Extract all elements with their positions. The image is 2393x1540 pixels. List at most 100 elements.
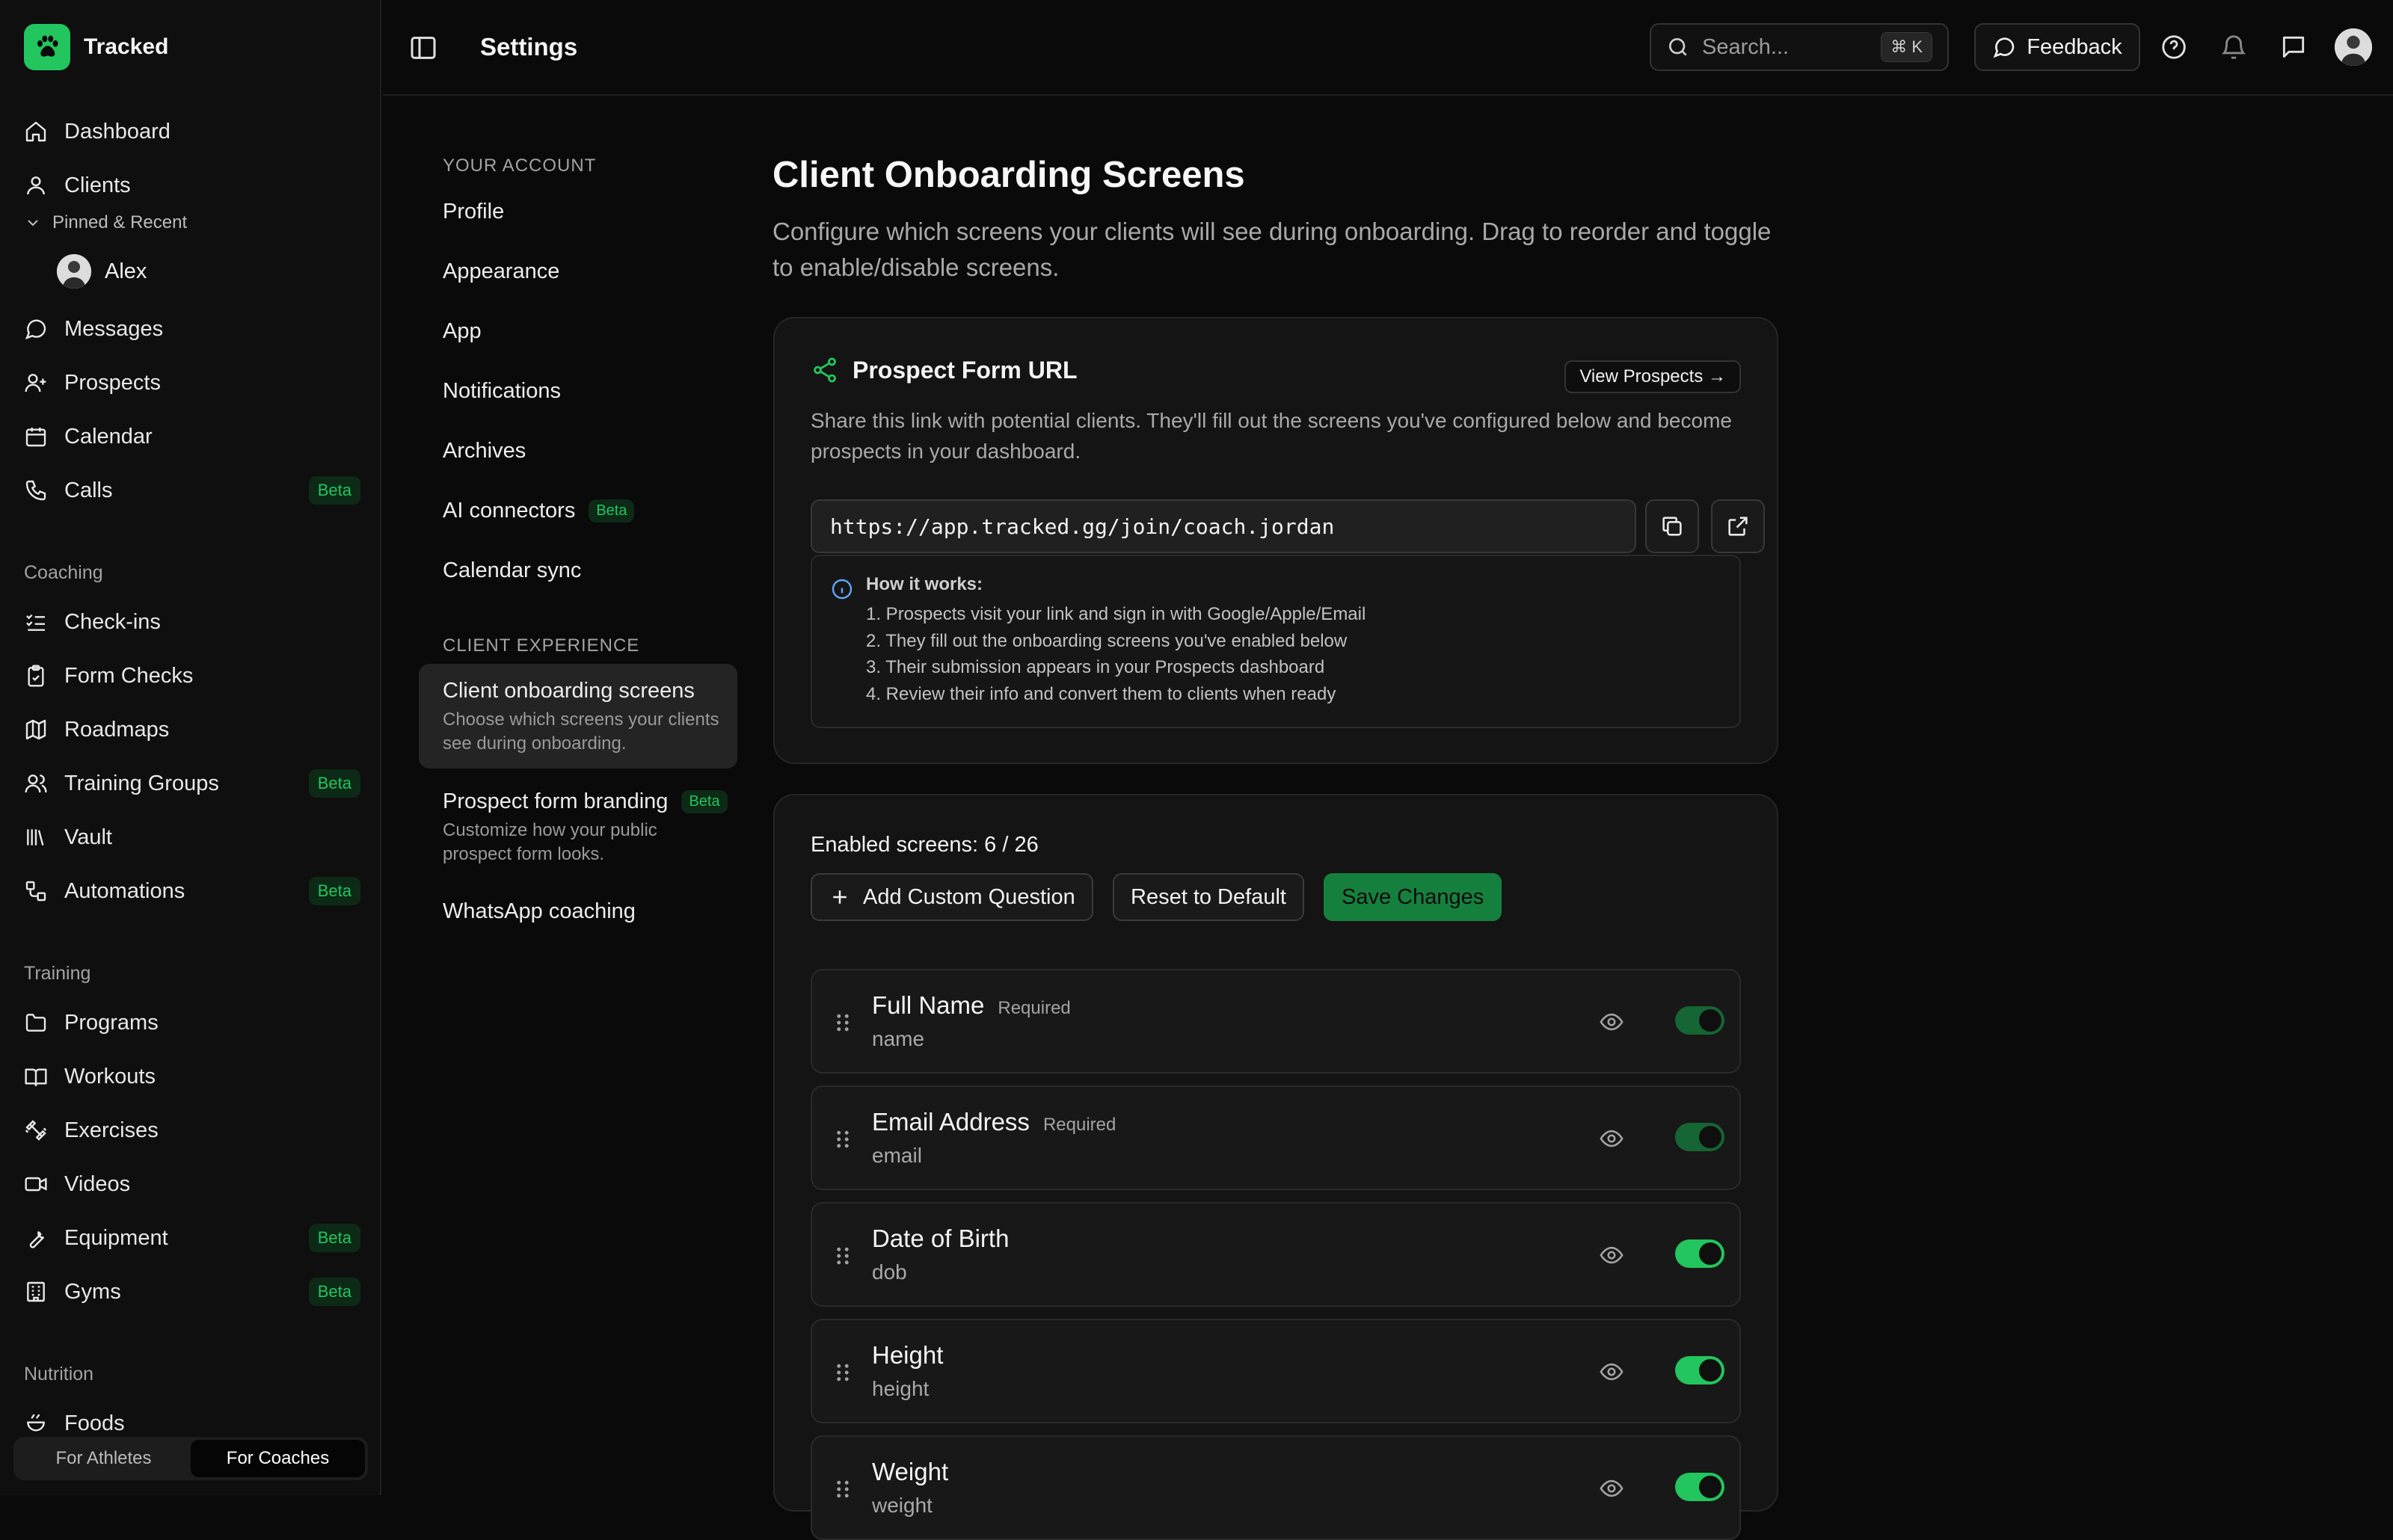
card-title: Prospect Form URL bbox=[811, 356, 1077, 384]
eye-icon[interactable] bbox=[1599, 1242, 1624, 1268]
screen-toggle[interactable] bbox=[1675, 1123, 1724, 1151]
for-coaches-tab[interactable]: For Coaches bbox=[191, 1440, 365, 1477]
help-icon[interactable] bbox=[2160, 33, 2188, 61]
toggle-knob bbox=[1699, 1242, 1721, 1265]
how-step: 4. Review their info and convert them to… bbox=[866, 683, 1336, 704]
card-description: Share this link with potential clients. … bbox=[811, 409, 1732, 463]
reset-to-default-button[interactable]: Reset to Default bbox=[1113, 873, 1304, 921]
copy-url-button[interactable] bbox=[1645, 499, 1699, 553]
for-athletes-tab[interactable]: For Athletes bbox=[16, 1440, 191, 1477]
eye-icon[interactable] bbox=[1599, 1126, 1624, 1151]
screen-toggle[interactable] bbox=[1675, 1356, 1724, 1385]
sidebar-item-messages[interactable]: Messages bbox=[24, 308, 360, 350]
eye-icon[interactable] bbox=[1599, 1476, 1624, 1501]
sidebar-toggle-icon[interactable] bbox=[408, 33, 438, 63]
toggle-knob bbox=[1699, 1359, 1721, 1382]
message-icon bbox=[1993, 37, 2015, 58]
how-it-works-title: How it works: bbox=[866, 574, 983, 594]
settings-item-app[interactable]: App bbox=[443, 319, 482, 344]
calendar-icon bbox=[25, 428, 46, 447]
sidebar-item-dashboard[interactable]: Dashboard bbox=[24, 111, 360, 153]
share-icon bbox=[814, 357, 836, 383]
screen-toggle[interactable] bbox=[1675, 1473, 1724, 1501]
toggle-knob bbox=[1699, 1126, 1721, 1148]
user-avatar[interactable] bbox=[2335, 28, 2372, 66]
screen-toggle[interactable] bbox=[1675, 1006, 1724, 1035]
sidebar-item-programs[interactable]: Programs bbox=[24, 1002, 360, 1044]
sidebar-item-automations[interactable]: Automations Beta bbox=[24, 870, 360, 912]
settings-item-desc: Choose which screens your clients see du… bbox=[443, 709, 719, 754]
drag-handle-icon[interactable] bbox=[835, 1245, 851, 1266]
screen-row-height: Height height bbox=[811, 1319, 1741, 1423]
sidebar-item-clients[interactable]: Clients bbox=[24, 164, 360, 206]
plus-icon bbox=[833, 890, 847, 904]
checklist-icon bbox=[26, 614, 45, 631]
feedback-button[interactable]: Feedback bbox=[1974, 23, 2140, 71]
sidebar-item-check-ins[interactable]: Check-ins bbox=[24, 601, 360, 643]
required-badge: Required bbox=[1042, 1115, 1116, 1135]
screen-row-full-name: Full Name Required name bbox=[811, 969, 1741, 1074]
eye-icon[interactable] bbox=[1599, 1359, 1624, 1385]
info-icon bbox=[832, 579, 853, 600]
eye-icon[interactable] bbox=[1599, 1009, 1624, 1035]
clipboard-icon bbox=[28, 665, 44, 687]
sidebar-item-label: Videos bbox=[64, 1171, 131, 1196]
sidebar-item-label: Check-ins bbox=[64, 609, 161, 634]
pinned-recent-toggle[interactable]: Pinned & Recent bbox=[24, 212, 187, 233]
nutrition-section-label: Nutrition bbox=[24, 1364, 94, 1385]
sidebar-item-roadmaps[interactable]: Roadmaps bbox=[24, 709, 360, 751]
how-step: 1. Prospects visit your link and sign in… bbox=[866, 604, 1366, 624]
settings-item-notifications[interactable]: Notifications bbox=[443, 379, 561, 404]
sidebar-item-prospects[interactable]: Prospects bbox=[24, 362, 360, 404]
sidebar-item-calendar[interactable]: Calendar bbox=[24, 416, 360, 458]
drag-handle-icon[interactable] bbox=[835, 1362, 851, 1383]
screen-title: Email Address bbox=[872, 1108, 1030, 1136]
sidebar-item-workouts[interactable]: Workouts bbox=[24, 1056, 360, 1097]
search-input[interactable]: Search... ⌘ K bbox=[1650, 23, 1949, 71]
brand[interactable]: Tracked bbox=[24, 24, 168, 70]
sidebar-item-label: Training Groups bbox=[64, 771, 219, 795]
settings-item-prospect-branding[interactable]: Prospect form branding Beta bbox=[443, 789, 728, 814]
settings-item-whatsapp[interactable]: WhatsApp coaching bbox=[443, 899, 636, 924]
sidebar-item-equipment[interactable]: Equipment Beta bbox=[24, 1217, 360, 1259]
how-it-works-box: How it works: 1. Prospects visit your li… bbox=[811, 555, 1741, 728]
sidebar-item-label: Form Checks bbox=[64, 663, 194, 688]
settings-item-appearance[interactable]: Appearance bbox=[443, 259, 559, 284]
settings-item-archives[interactable]: Archives bbox=[443, 439, 526, 463]
prospect-url-field[interactable]: https://app.tracked.gg/join/coach.jordan bbox=[811, 499, 1636, 553]
screen-key: email bbox=[872, 1144, 922, 1167]
screen-key: dob bbox=[872, 1260, 907, 1284]
button-label: Add Custom Question bbox=[863, 884, 1075, 909]
sidebar-item-form-checks[interactable]: Form Checks bbox=[24, 655, 360, 697]
toggle-knob bbox=[1699, 1009, 1721, 1032]
sidebar-item-label: Foods bbox=[64, 1411, 125, 1435]
drag-handle-icon[interactable] bbox=[835, 1479, 851, 1500]
save-changes-button[interactable]: Save Changes bbox=[1324, 873, 1502, 921]
sidebar-item-videos[interactable]: Videos bbox=[24, 1163, 360, 1205]
settings-item-client-onboarding[interactable]: Client onboarding screens bbox=[443, 679, 695, 703]
settings-item-profile[interactable]: Profile bbox=[443, 200, 504, 224]
bell-icon[interactable] bbox=[2220, 33, 2248, 61]
sidebar-item-exercises[interactable]: Exercises bbox=[24, 1109, 360, 1151]
chevron-down-icon bbox=[28, 220, 38, 227]
library-icon bbox=[27, 829, 44, 846]
view-prospects-button[interactable]: View Prospects → bbox=[1564, 360, 1741, 393]
sidebar-item-training-groups[interactable]: Training Groups Beta bbox=[24, 763, 360, 804]
add-custom-question-button[interactable]: Add Custom Question bbox=[811, 873, 1093, 921]
sidebar-item-vault[interactable]: Vault bbox=[24, 816, 360, 858]
chat-icon[interactable] bbox=[2279, 33, 2308, 61]
drag-handle-icon[interactable] bbox=[835, 1129, 851, 1150]
screen-toggle[interactable] bbox=[1675, 1239, 1724, 1268]
sidebar-item-gyms[interactable]: Gyms Beta bbox=[24, 1271, 360, 1313]
phone-icon bbox=[25, 480, 46, 501]
drag-handle-icon[interactable] bbox=[835, 1012, 851, 1033]
screen-title: Weight bbox=[872, 1458, 949, 1485]
settings-item-calendar-sync[interactable]: Calendar sync bbox=[443, 558, 581, 583]
open-url-button[interactable] bbox=[1711, 499, 1765, 553]
sidebar-item-label: Prospects bbox=[64, 370, 161, 395]
pinned-client-alex[interactable]: Alex bbox=[57, 254, 147, 289]
screen-row-email: Email Address Required email bbox=[811, 1085, 1741, 1190]
settings-item-ai-connectors[interactable]: AI connectors Beta bbox=[443, 499, 635, 523]
sidebar-item-calls[interactable]: Calls Beta bbox=[24, 469, 360, 511]
workflow-icon bbox=[25, 881, 46, 902]
